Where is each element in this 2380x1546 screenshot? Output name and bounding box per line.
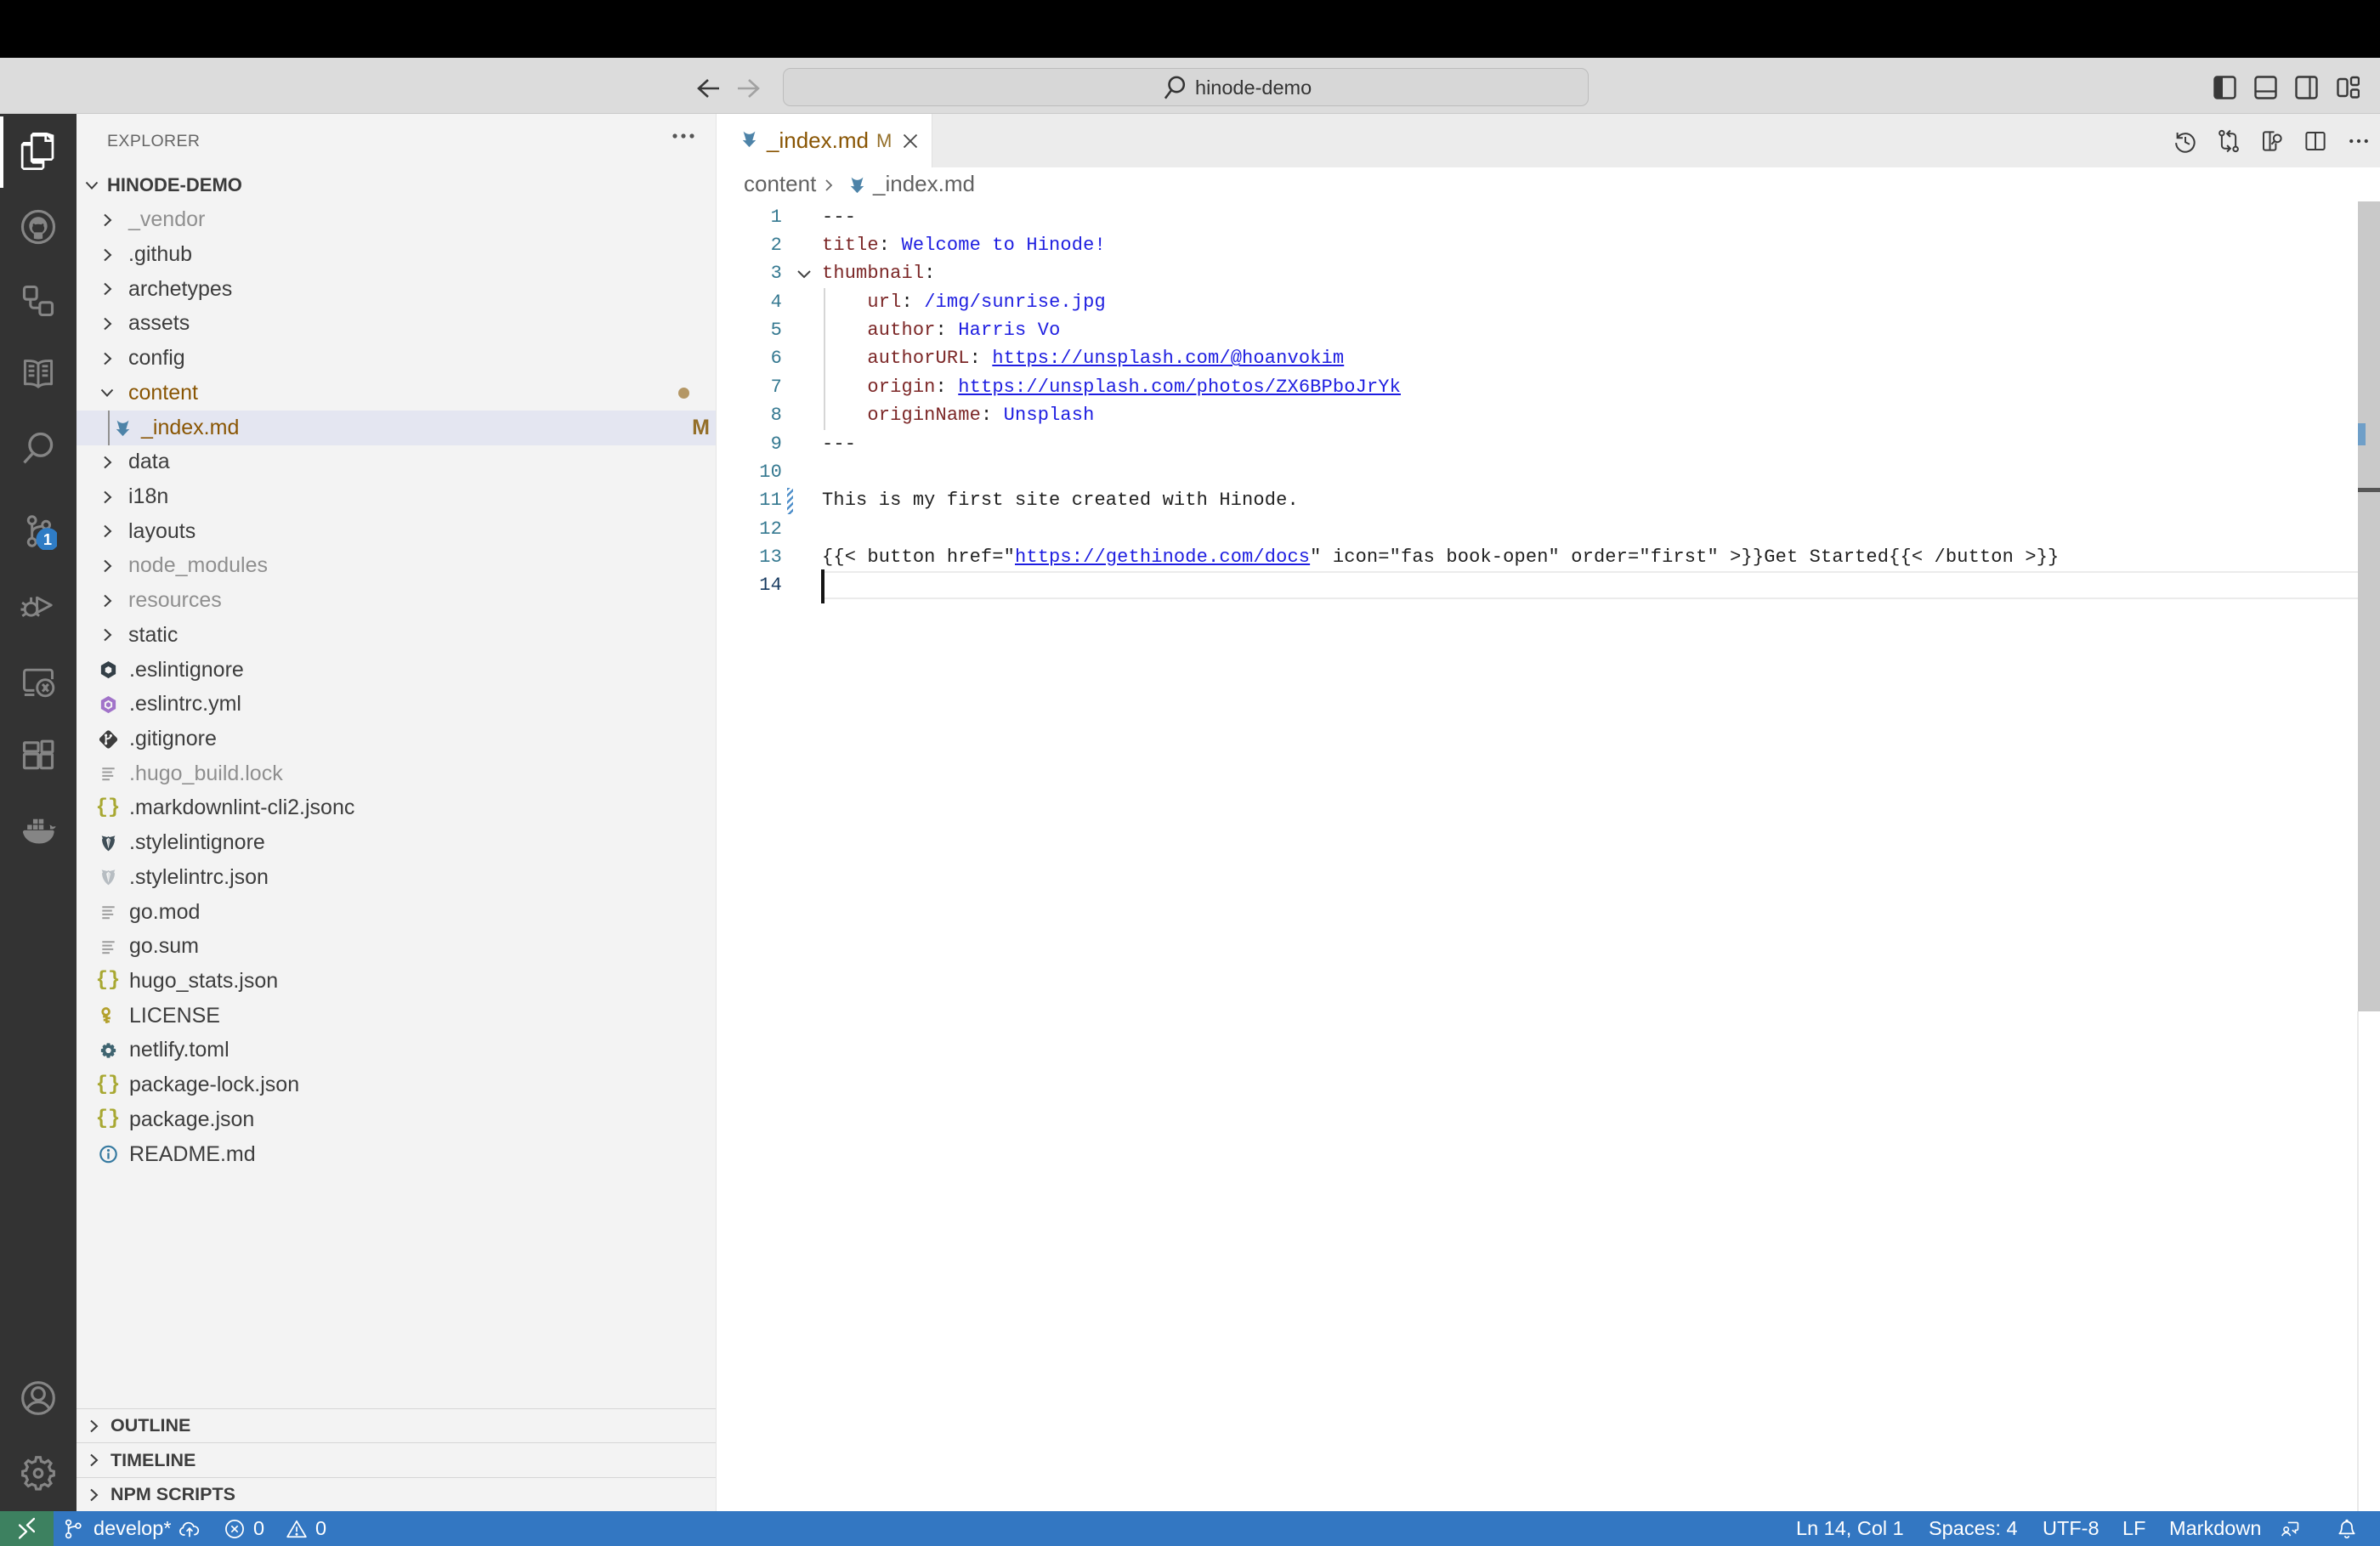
svg-text:1: 1 — [43, 530, 52, 548]
